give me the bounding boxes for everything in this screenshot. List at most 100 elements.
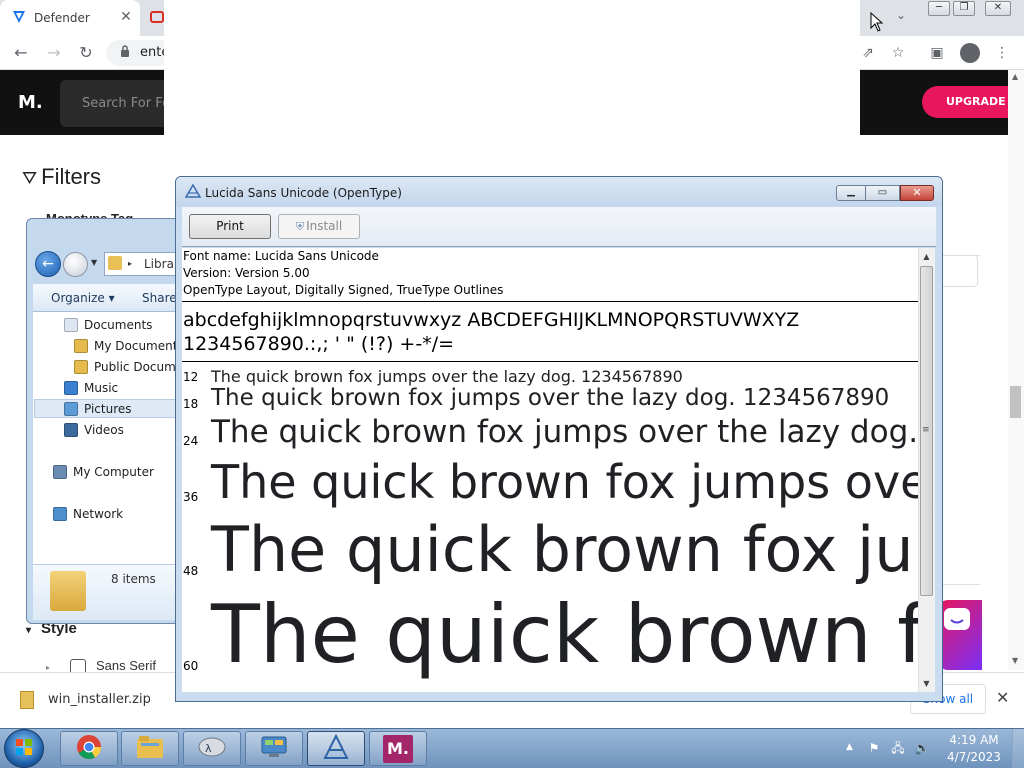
close-button[interactable]: ✕ xyxy=(900,185,934,201)
sample-text-36: The quick brown fox jumps over the lazy … xyxy=(211,455,918,509)
back-arrow-icon[interactable]: ← xyxy=(35,251,61,277)
share-with-button[interactable]: Share xyxy=(142,291,177,305)
bookmark-star-icon[interactable]: ☆ xyxy=(888,43,908,63)
install-label: Install xyxy=(306,219,343,233)
maximize-button[interactable]: ▭ xyxy=(866,185,900,201)
font-viewer-app-icon xyxy=(184,183,202,202)
uac-shield-icon: ⛨ xyxy=(295,220,305,233)
lock-icon[interactable] xyxy=(120,45,130,60)
mail-tab-icon[interactable] xyxy=(150,11,164,23)
taskbar-file-explorer[interactable] xyxy=(121,731,179,766)
filters-title-text: Filters xyxy=(41,164,102,189)
action-center-flag-icon[interactable]: ⚑ xyxy=(866,740,882,756)
forward-arrow-icon[interactable]: → xyxy=(43,42,65,64)
sans-serif-label: Sans Serif xyxy=(96,658,156,673)
scroll-down-icon[interactable]: ▼ xyxy=(918,676,935,692)
sample-text-18: The quick brown fox jumps over the lazy … xyxy=(211,385,890,411)
volume-muted-icon[interactable]: 🔈 xyxy=(914,740,930,756)
forward-arrow-icon[interactable] xyxy=(63,252,88,277)
tree-item[interactable]: Network xyxy=(53,503,123,524)
music-icon xyxy=(64,380,78,395)
print-button[interactable]: Print xyxy=(189,214,271,239)
breadcrumb-separator-icon[interactable]: ▸ xyxy=(128,259,132,268)
page-scrollbar-thumb[interactable] xyxy=(1010,386,1021,418)
site-search-placeholder[interactable]: Search For Fo xyxy=(82,96,170,111)
network-icon xyxy=(53,506,67,521)
zip-file-icon[interactable] xyxy=(20,691,34,709)
back-arrow-icon[interactable]: ← xyxy=(10,42,32,64)
folder-icon xyxy=(108,256,122,270)
close-window-button[interactable]: ✕ xyxy=(985,1,1011,16)
tree-item[interactable]: Music xyxy=(64,377,118,398)
font-type-line: OpenType Layout, Digitally Signed, TrueT… xyxy=(183,283,504,297)
font-info-block: Font name: Lucida Sans Unicode Version: … xyxy=(183,248,503,299)
clock-time[interactable]: 4:19 AM xyxy=(946,733,1002,747)
font-preview-pane: Font name: Lucida Sans Unicode Version: … xyxy=(182,248,918,692)
tree-item[interactable]: Documents xyxy=(64,314,152,335)
organize-menu-button[interactable]: Organize ▾ xyxy=(51,291,115,305)
explorer-address-text[interactable]: Librar xyxy=(144,257,179,271)
chevron-down-icon: ▾ xyxy=(26,625,32,636)
reload-icon[interactable]: ↻ xyxy=(75,42,97,64)
chevron-down-icon[interactable]: ⌄ xyxy=(896,8,914,26)
clock-date[interactable]: 4/7/2023 xyxy=(946,750,1002,764)
right-content-panel xyxy=(940,255,980,585)
taskbar-font-tool[interactable]: λ xyxy=(183,731,241,766)
scroll-up-icon[interactable]: ▲ xyxy=(1012,72,1018,81)
page-scrollbar[interactable] xyxy=(1008,70,1024,670)
share-icon[interactable]: ⇗ xyxy=(858,43,878,63)
chrome-icon xyxy=(76,734,102,763)
install-button[interactable]: ⛨ Install xyxy=(278,214,360,239)
side-panel-icon[interactable]: ▣ xyxy=(927,43,947,63)
right-search-field[interactable] xyxy=(940,255,978,287)
font-viewer-icon xyxy=(322,733,350,763)
scroll-down-icon[interactable]: ▼ xyxy=(1012,656,1018,665)
svg-text:λ: λ xyxy=(205,742,212,755)
sample-size-60: 60 xyxy=(183,659,199,673)
tab-title: Defender xyxy=(34,11,90,25)
menu-kebab-icon[interactable]: ⋮ xyxy=(992,43,1012,63)
show-hidden-icons-arrow[interactable]: ▲ xyxy=(846,742,853,752)
tree-item-label: Pictures xyxy=(84,401,132,416)
scroll-up-icon[interactable]: ▲ xyxy=(918,249,935,265)
font-viewer-title: Lucida Sans Unicode (OpenType) xyxy=(205,186,402,200)
history-dropdown-icon[interactable]: ▼ xyxy=(91,258,97,267)
tree-item[interactable]: Pictures xyxy=(64,398,132,419)
taskbar-monotype[interactable]: M. xyxy=(369,731,427,766)
show-desktop-button[interactable] xyxy=(1012,729,1024,768)
alphabet-line: abcdefghijklmnopqrstuvwxyz ABCDEFGHIJKLM… xyxy=(183,309,800,331)
restore-window-button[interactable]: ❐ xyxy=(953,1,975,16)
sample-text-60: The quick brown fox jumps over the lazy … xyxy=(211,588,918,681)
taskbar-control-panel[interactable] xyxy=(245,731,303,766)
folder-icon xyxy=(74,338,88,353)
filter-funnel-icon: ⛛ xyxy=(22,168,38,188)
sample-size-36: 36 xyxy=(183,490,199,504)
defender-tab-icon xyxy=(12,10,26,27)
divider xyxy=(182,361,918,362)
chat-bubble-icon[interactable] xyxy=(938,600,982,670)
site-logo[interactable]: M. xyxy=(18,92,43,113)
profile-avatar-icon[interactable] xyxy=(960,43,980,63)
blank-window-overlay xyxy=(164,0,860,135)
tree-item-label: Public Docume xyxy=(94,359,184,374)
minimize-window-button[interactable]: ─ xyxy=(928,1,950,16)
scroll-grip-icon: ≡ xyxy=(922,425,930,435)
close-download-shelf-icon[interactable]: ✕ xyxy=(996,688,1009,707)
windows-logo-icon xyxy=(15,738,33,756)
taskbar-chrome[interactable] xyxy=(60,731,118,766)
tree-item[interactable]: Public Docume xyxy=(74,356,183,377)
tree-item[interactable]: My Documents xyxy=(74,335,184,356)
sample-text-48: The quick brown fox jumps over the lazy … xyxy=(211,513,918,586)
font-tool-icon: λ xyxy=(198,736,226,761)
tree-item[interactable]: My Computer xyxy=(53,461,154,482)
control-panel-icon xyxy=(260,735,288,762)
network-icon[interactable]: 🖧 xyxy=(890,740,906,756)
close-tab-icon[interactable]: ✕ xyxy=(118,9,134,25)
sample-text-12: The quick brown fox jumps over the lazy … xyxy=(211,367,683,386)
tree-item[interactable]: Videos xyxy=(64,419,124,440)
filters-heading: ⛛ Filters xyxy=(22,164,101,190)
sample-size-48: 48 xyxy=(183,564,199,578)
download-file-name[interactable]: win_installer.zip xyxy=(48,692,151,707)
taskbar-font-viewer[interactable] xyxy=(307,731,365,766)
minimize-button[interactable]: ▁ xyxy=(836,185,866,201)
